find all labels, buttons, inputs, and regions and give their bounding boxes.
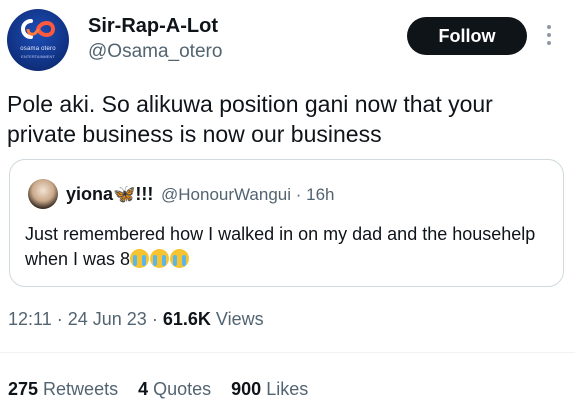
tweet-time[interactable]: 12:11	[8, 309, 52, 329]
quoted-text: Just remembered how I walked in on my da…	[25, 224, 536, 269]
crying-face-icon	[170, 249, 190, 268]
meta-separator: ·	[151, 309, 158, 329]
retweets-count: 275	[8, 379, 39, 399]
quotes-count: 4	[138, 379, 149, 399]
likes-stat[interactable]: 900 Likes	[231, 379, 308, 400]
quoted-time: · 16h	[295, 185, 335, 204]
tweet-header: osama otero ENTERTAINMENT Sir-Rap-A-Lot …	[0, 0, 575, 80]
crying-face-icon	[150, 249, 170, 268]
retweets-label: Retweets	[43, 379, 119, 399]
tweet-date[interactable]: 24 Jun 23	[68, 309, 147, 329]
tweet-text: Pole aki. So alikuwa position gani now t…	[7, 91, 493, 147]
quotes-label: Quotes	[153, 379, 212, 399]
quoted-author-name[interactable]: yiona🦋!!!	[66, 184, 153, 205]
author-display-name[interactable]: Sir-Rap-A-Lot	[88, 15, 218, 38]
crying-face-icon	[130, 249, 150, 268]
views-count: 61.6K	[162, 309, 211, 329]
quoted-text-block: Just remembered how I walked in on my da…	[25, 222, 545, 272]
quoted-author-handle-time: @HonourWangui · 16h	[161, 185, 335, 205]
quoted-author-handle[interactable]: @HonourWangui	[161, 185, 291, 204]
engagement-stats: 275 Retweets 4 Quotes 900 Likes	[8, 379, 308, 400]
avatar-tagline-text: ENTERTAINMENT	[21, 54, 55, 59]
brand-logo-icon	[21, 19, 56, 39]
views-label: Views	[215, 309, 264, 329]
quoted-tweet[interactable]: yiona🦋!!! @HonourWangui · 16h Just remem…	[9, 159, 564, 287]
author-handle[interactable]: @Osama_otero	[88, 41, 222, 63]
divider	[0, 352, 575, 353]
quotes-stat[interactable]: 4 Quotes	[138, 379, 211, 400]
follow-button[interactable]: Follow	[407, 17, 527, 55]
likes-count: 900	[231, 379, 262, 399]
retweets-stat[interactable]: 275 Retweets	[8, 379, 118, 400]
avatar-brand-text: osama otero	[20, 46, 56, 52]
more-options-icon[interactable]	[546, 25, 552, 49]
author-avatar[interactable]: osama otero ENTERTAINMENT	[7, 9, 69, 71]
likes-label: Likes	[266, 379, 309, 399]
meta-separator: ·	[56, 309, 63, 329]
tweet-meta: 12:11 · 24 Jun 23 · 61.6K Views	[8, 309, 264, 330]
quoted-author-avatar[interactable]	[28, 179, 58, 209]
